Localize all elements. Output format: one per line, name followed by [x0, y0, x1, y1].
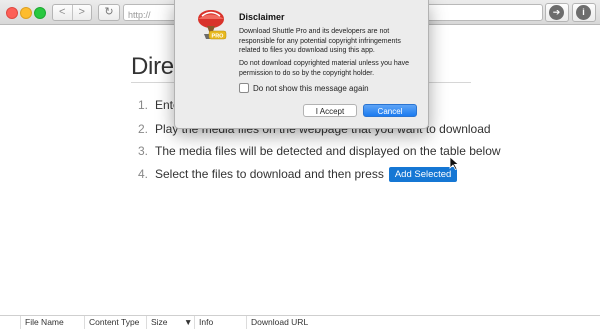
arrow-right-icon: ➔ — [549, 5, 564, 20]
disclaimer-paragraph-1: Download Shuttle Pro and its developers … — [239, 28, 401, 54]
step-number: 3. — [138, 144, 149, 158]
disclaimer-paragraph-2: Do not download copyrighted material unl… — [239, 60, 410, 77]
download-shuttle-app-icon: PRO — [198, 10, 227, 40]
step-4: 4. Select the files to download and then … — [138, 167, 458, 182]
step-number: 1. — [138, 98, 149, 112]
column-header-download-url[interactable]: Download URL — [246, 316, 600, 329]
reload-button[interactable]: ↻ — [98, 4, 120, 21]
back-button[interactable]: < — [53, 5, 72, 20]
column-header-file-name[interactable]: File Name — [20, 316, 84, 329]
step-text: Select the files to download and then pr… — [155, 167, 384, 181]
select-column-header[interactable] — [0, 316, 20, 329]
column-header-info[interactable]: Info — [194, 316, 246, 329]
downloads-table-header: File Name Content Type Size ▼ Info Downl… — [0, 315, 600, 329]
go-button[interactable]: ➔ — [545, 3, 569, 22]
sort-descending-icon: ▼ — [184, 317, 193, 327]
mouse-pointer-icon — [449, 156, 460, 170]
info-icon: i — [576, 5, 591, 20]
checkbox-label: Do not show this message again — [253, 83, 369, 93]
pro-badge: PRO — [212, 34, 225, 40]
navigation-buttons: < > — [52, 4, 92, 21]
step-number: 4. — [138, 167, 149, 181]
do-not-show-checkbox[interactable]: Do not show this message again — [239, 83, 369, 93]
cancel-button[interactable]: Cancel — [363, 104, 417, 117]
disclaimer-dialog: PRO Disclaimer Download Shuttle Pro and … — [174, 0, 429, 129]
checkbox-box[interactable] — [239, 83, 249, 93]
step-3: 3. The media files will be detected and d… — [138, 144, 501, 158]
step-number: 2. — [138, 122, 149, 136]
column-header-size[interactable]: Size — [146, 316, 176, 329]
maximize-window-button[interactable] — [34, 7, 46, 19]
dialog-title: Disclaimer — [239, 12, 285, 22]
accept-button[interactable]: I Accept — [303, 104, 357, 117]
minimize-window-button[interactable] — [20, 7, 32, 19]
close-window-button[interactable] — [6, 7, 18, 19]
forward-button[interactable]: > — [71, 5, 92, 20]
add-selected-button[interactable]: Add Selected — [388, 167, 458, 182]
info-button[interactable]: i — [572, 3, 596, 22]
column-header-content-type[interactable]: Content Type — [84, 316, 146, 329]
